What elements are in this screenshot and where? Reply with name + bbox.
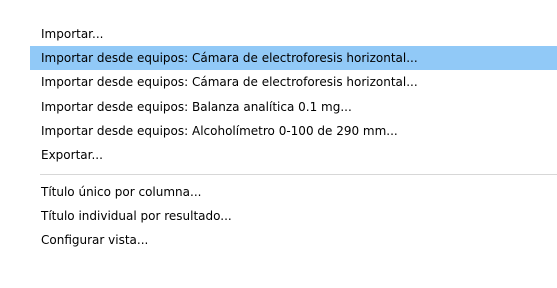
menu-item-titulo-unico-por-columna[interactable]: Título único por columna... — [30, 180, 557, 204]
menu-item-importar-alcoholimetro[interactable]: Importar desde equipos: Alcoholímetro 0-… — [30, 119, 557, 143]
menu-item-importar-camara-electroforesis-1[interactable]: Importar desde equipos: Cámara de electr… — [30, 46, 557, 70]
context-menu: Importar... Importar desde equipos: Cáma… — [0, 0, 557, 288]
menu-item-importar[interactable]: Importar... — [30, 22, 557, 46]
menu-separator — [40, 174, 557, 175]
menu-item-importar-balanza-analitica[interactable]: Importar desde equipos: Balanza analític… — [30, 95, 557, 119]
menu-item-titulo-individual-por-resultado[interactable]: Título individual por resultado... — [30, 204, 557, 228]
menu-item-importar-camara-electroforesis-2[interactable]: Importar desde equipos: Cámara de electr… — [30, 70, 557, 94]
menu-item-configurar-vista[interactable]: Configurar vista... — [30, 228, 557, 252]
menu-item-exportar[interactable]: Exportar... — [30, 143, 557, 167]
